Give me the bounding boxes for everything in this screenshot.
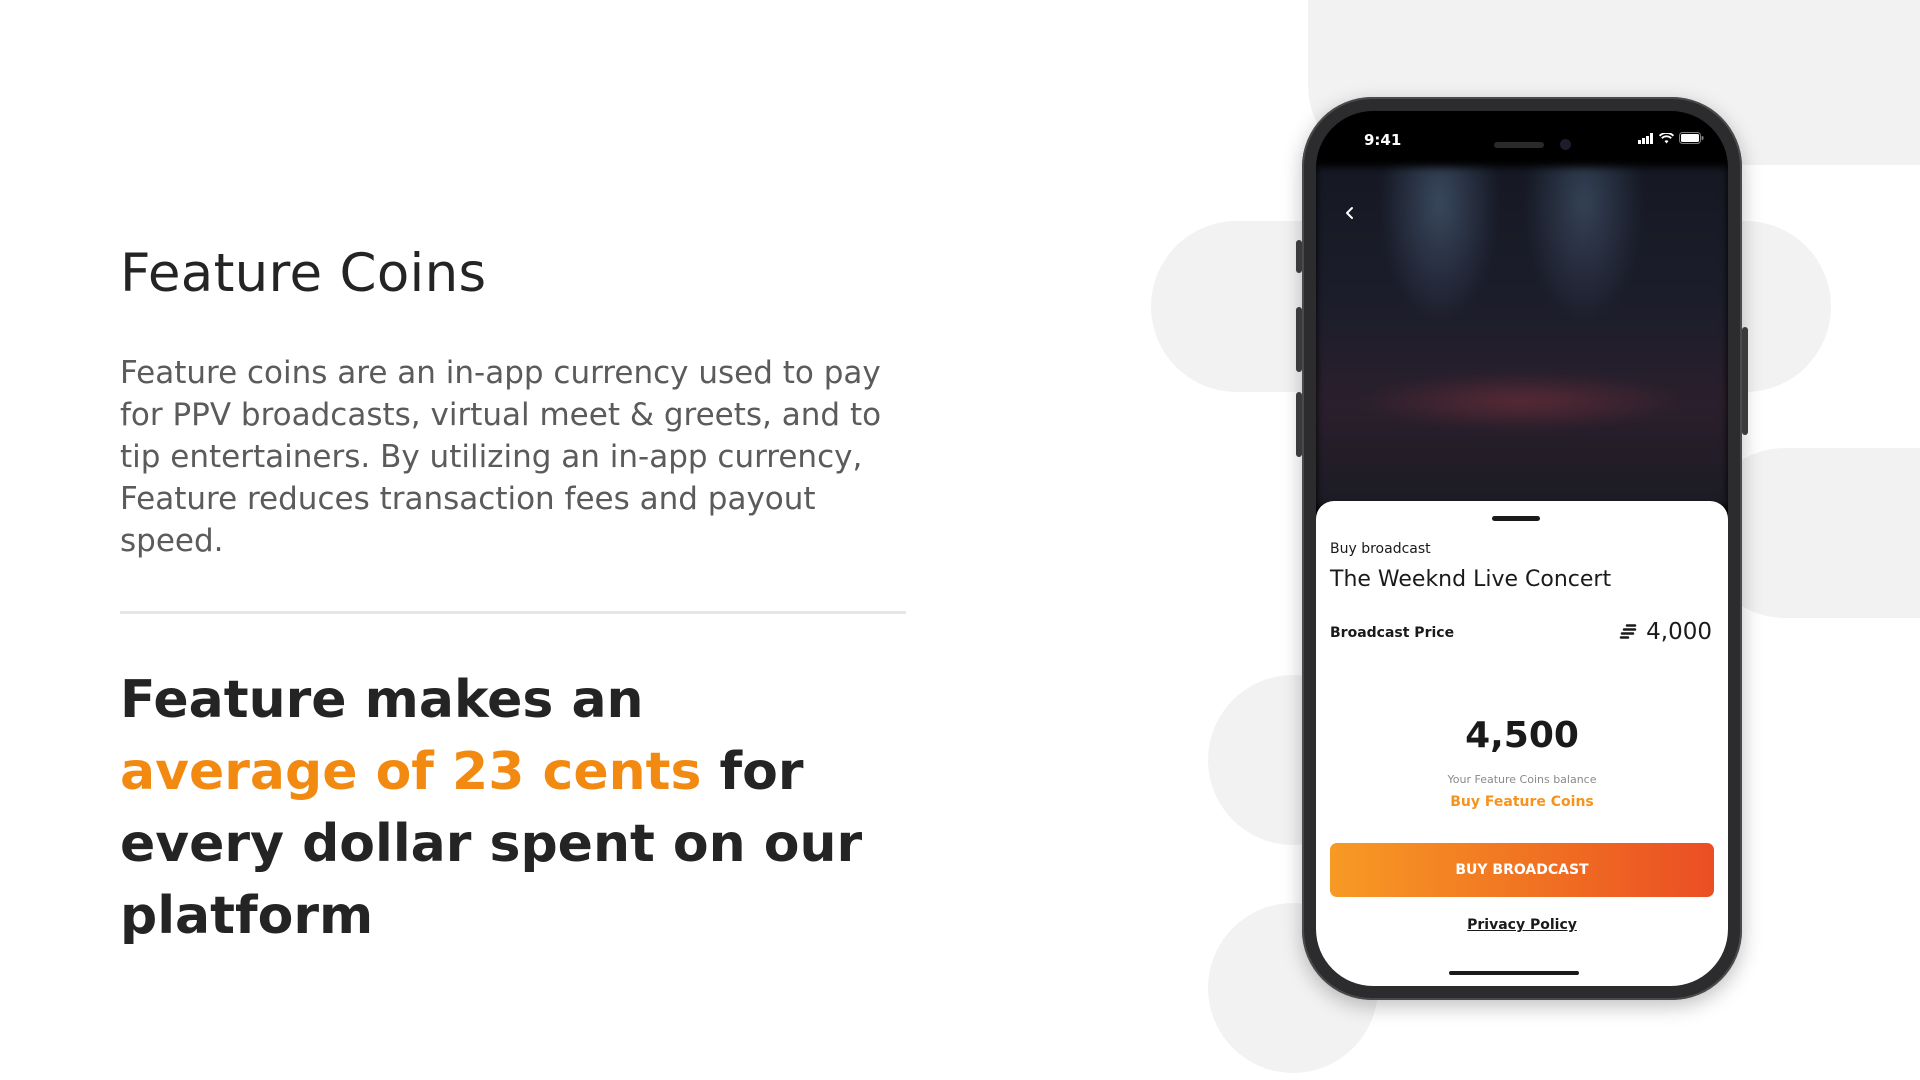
feature-logo-icon <box>29 1017 63 1047</box>
status-bar: 9:41 <box>1316 111 1728 167</box>
home-indicator <box>1449 971 1579 975</box>
status-time: 9:41 <box>1364 131 1402 149</box>
feature-coin-icon <box>1501 683 1529 707</box>
back-button[interactable] <box>1338 201 1362 225</box>
phone-side-button <box>1296 392 1302 457</box>
phone-side-button <box>1296 240 1302 273</box>
buy-broadcast-sheet: Buy broadcast The Weeknd Live Concert Br… <box>1316 501 1728 986</box>
privacy-policy-link[interactable]: Privacy Policy <box>1316 917 1728 933</box>
price-value: 4,000 <box>1619 619 1712 645</box>
phone-screen: 9:41 Buy broadcast The Weeknd Live Conce… <box>1316 111 1728 986</box>
phone-side-button <box>1296 307 1302 372</box>
buy-broadcast-button[interactable]: BUY BROADCAST <box>1330 843 1714 897</box>
front-camera <box>1560 139 1571 150</box>
headline-start: Feature makes an <box>120 670 644 730</box>
slide-headline: Feature makes an average of 23 cents for … <box>120 664 940 952</box>
price-amount: 4,000 <box>1646 619 1712 645</box>
sheet-grabber[interactable] <box>1492 516 1540 521</box>
phone-side-button <box>1742 327 1748 435</box>
phone-mockup: 9:41 Buy broadcast The Weeknd Live Conce… <box>1296 97 1748 1000</box>
buy-feature-coins-link[interactable]: Buy Feature Coins <box>1316 794 1728 810</box>
broadcast-title: The Weeknd Live Concert <box>1330 567 1612 592</box>
price-label: Broadcast Price <box>1330 625 1455 641</box>
coins-balance-caption: Your Feature Coins balance <box>1447 773 1597 786</box>
speaker-grille <box>1494 142 1544 148</box>
coins-balance: 4,500 <box>1465 715 1579 756</box>
coin-icon <box>1619 624 1637 639</box>
battery-icon <box>1679 132 1704 144</box>
slide-title: Feature Coins <box>120 243 487 304</box>
signal-icon <box>1638 132 1653 144</box>
sheet-label: Buy broadcast <box>1330 541 1431 557</box>
headline-accent: average of 23 cents <box>120 742 702 802</box>
broadcast-preview-image <box>1316 167 1728 507</box>
status-icons <box>1638 132 1704 144</box>
wifi-icon <box>1659 132 1674 143</box>
slide-description: Feature coins are an in-app currency use… <box>120 355 882 559</box>
divider <box>120 611 906 614</box>
chevron-left-icon <box>1346 207 1353 219</box>
